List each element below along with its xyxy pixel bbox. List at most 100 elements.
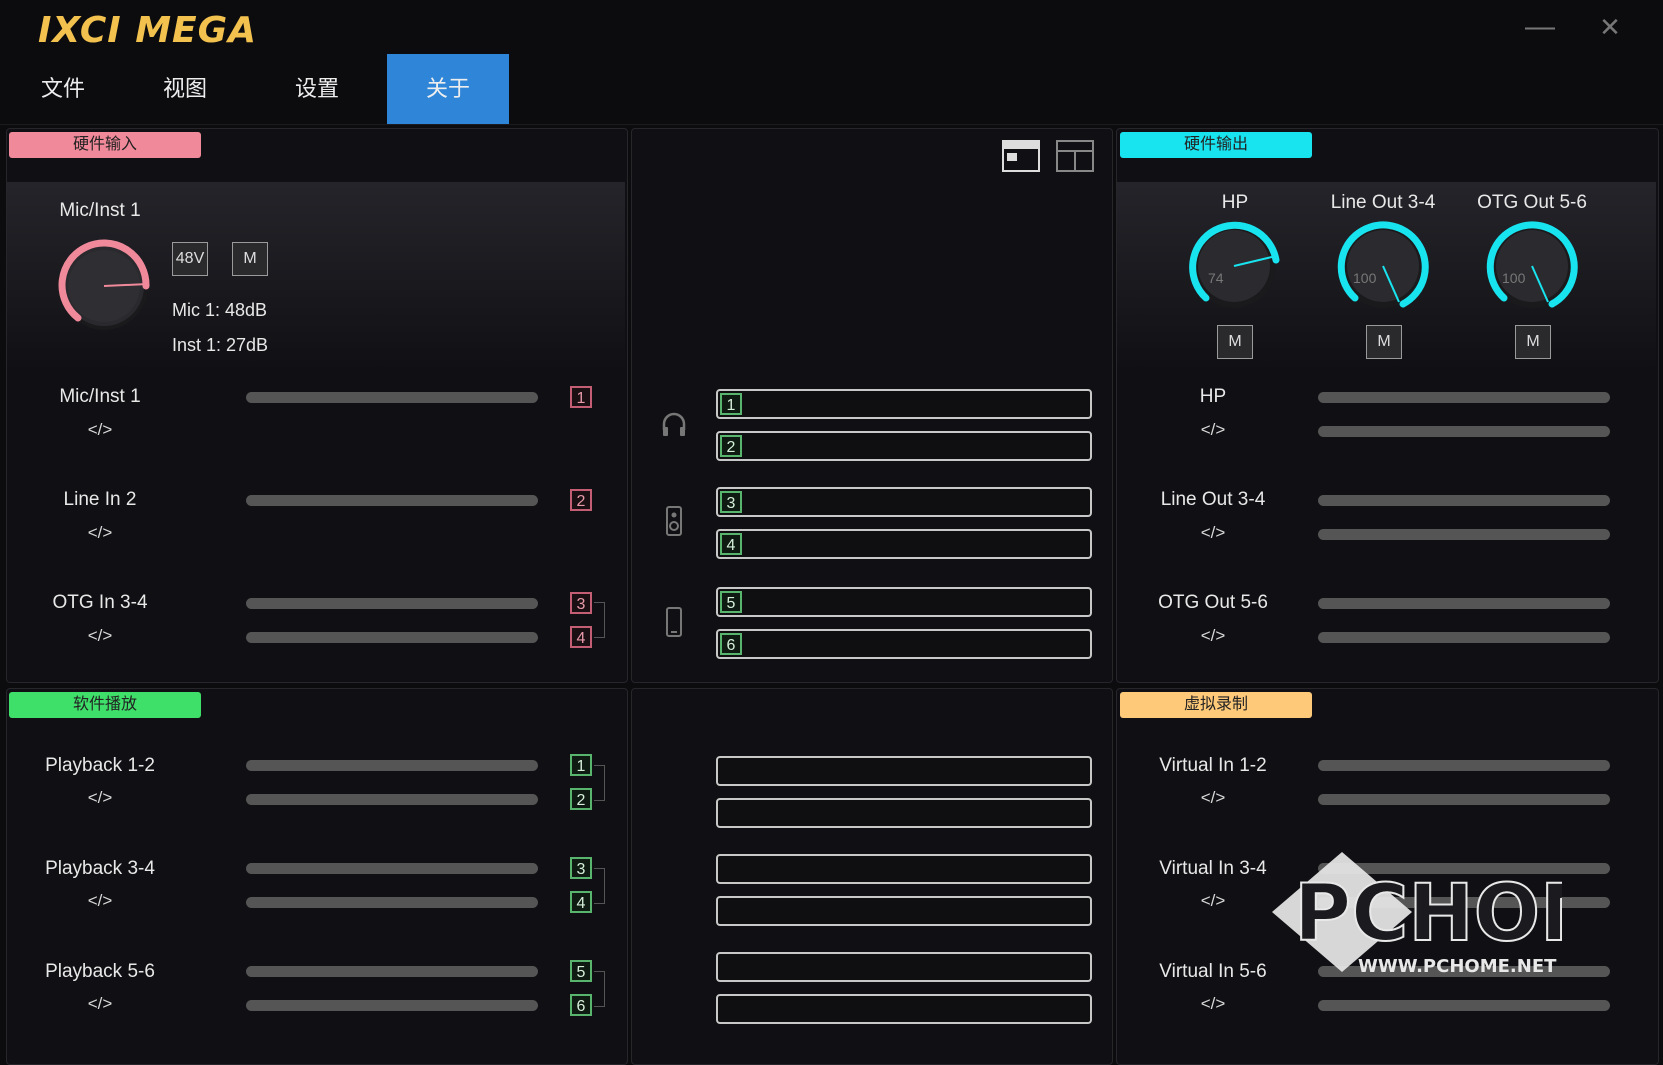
playback-row-name: Playback 3-4	[45, 858, 155, 879]
stereo-link-bracket	[594, 602, 605, 638]
route-slot[interactable]	[716, 756, 1092, 786]
line-out-volume-knob[interactable]	[1335, 218, 1435, 318]
route-slot[interactable]	[716, 952, 1092, 982]
playback-channel-number[interactable]: 5	[570, 960, 592, 982]
hp-mute-button[interactable]: M	[1217, 325, 1253, 359]
output-row-code[interactable]: </>	[1153, 523, 1273, 543]
hp-volume-value: 74	[1208, 270, 1224, 286]
input-channel-number[interactable]: 3	[570, 592, 592, 614]
input-row-code[interactable]: </>	[40, 420, 160, 440]
route-number: 1	[720, 393, 742, 415]
watermark-url: WWW.PCHOME.NET	[1358, 956, 1557, 977]
input-level-meter	[246, 632, 538, 643]
playback-level-meter	[246, 760, 538, 771]
input-row-code[interactable]: </>	[40, 626, 160, 646]
virtual-row-code[interactable]: </>	[1153, 891, 1273, 911]
hp-volume-knob[interactable]	[1186, 218, 1286, 318]
speaker-icon	[666, 506, 682, 536]
route-number: 3	[720, 491, 742, 513]
input-level-meter	[246, 392, 538, 403]
input-channel-title: Mic/Inst 1	[59, 200, 141, 221]
layout-split-icon[interactable]	[1056, 140, 1094, 172]
playback-row-name: Playback 1-2	[45, 755, 155, 776]
inst-gain-readout: Inst 1: 27dB	[172, 335, 269, 355]
virtual-row-name: Virtual In 5-6	[1159, 961, 1267, 982]
virtual-row-code[interactable]: </>	[1153, 788, 1273, 808]
layout-single-icon[interactable]	[1002, 140, 1040, 172]
playback-channel-number[interactable]: 2	[570, 788, 592, 810]
playback-level-meter	[246, 1000, 538, 1011]
route-number: 4	[720, 533, 742, 555]
output-row-code[interactable]: </>	[1153, 626, 1273, 646]
otg-out-volume-value: 100	[1502, 270, 1526, 286]
headphones-icon	[662, 412, 686, 436]
route-slot[interactable]	[716, 896, 1092, 926]
route-slot[interactable]	[716, 994, 1092, 1024]
line-out-mute-button[interactable]: M	[1366, 325, 1402, 359]
route-slot[interactable]: 6	[716, 629, 1092, 659]
route-slot[interactable]: 4	[716, 529, 1092, 559]
mic-gain-readout: Mic 1: 48dB	[172, 300, 268, 320]
virtual-level-meter	[1318, 1000, 1610, 1011]
route-number: 2	[720, 435, 742, 457]
playback-row-name: Playback 5-6	[45, 961, 155, 982]
playback-level-meter	[246, 897, 538, 908]
virtual-row-name: Virtual In 1-2	[1159, 755, 1267, 776]
virtual-row-code[interactable]: </>	[1153, 994, 1273, 1014]
otg-out-mute-button[interactable]: M	[1515, 325, 1551, 359]
playback-channel-number[interactable]: 1	[570, 754, 592, 776]
playback-channel-number[interactable]: 6	[570, 994, 592, 1016]
playback-row-code[interactable]: </>	[40, 994, 160, 1014]
route-slot[interactable]	[716, 854, 1092, 884]
menu-bar	[0, 54, 1663, 125]
playback-level-meter	[246, 966, 538, 977]
input-channel-number[interactable]: 4	[570, 626, 592, 648]
hardware-output-badge: 硬件输出	[1120, 132, 1312, 158]
input-channel-number[interactable]: 2	[570, 489, 592, 511]
otg-out-volume-knob[interactable]	[1484, 218, 1584, 318]
route-slot[interactable]: 1	[716, 389, 1092, 419]
virtual-level-meter	[1318, 794, 1610, 805]
output-level-meter	[1318, 529, 1610, 540]
software-playback-badge: 软件播放	[9, 692, 201, 718]
output-row-name: OTG Out 5-6	[1158, 592, 1268, 613]
output-row-name: Line Out 3-4	[1160, 489, 1266, 510]
stereo-link-bracket	[594, 765, 605, 801]
route-slot[interactable]	[716, 798, 1092, 828]
input-mute-button[interactable]: M	[232, 242, 268, 276]
playback-row-code[interactable]: </>	[40, 788, 160, 808]
input-channel-number[interactable]: 1	[570, 386, 592, 408]
stereo-link-bracket	[594, 971, 605, 1007]
output-dial-name: OTG Out 5-6	[1477, 192, 1587, 213]
output-row-code[interactable]: </>	[1153, 420, 1273, 440]
playback-channel-number[interactable]: 4	[570, 891, 592, 913]
pchome-watermark: PCHOME WWW.PCHOME.NET	[1272, 852, 1562, 977]
input-row-code[interactable]: </>	[40, 523, 160, 543]
route-slot[interactable]: 5	[716, 587, 1092, 617]
route-number: 6	[720, 633, 742, 655]
virtual-recording-badge: 虚拟录制	[1120, 692, 1312, 718]
input-row-name: Mic/Inst 1	[59, 386, 141, 407]
route-number: 5	[720, 591, 742, 613]
playback-row-code[interactable]: </>	[40, 891, 160, 911]
menu-view[interactable]: 视图	[130, 54, 240, 124]
minimize-button[interactable]: —	[1520, 12, 1560, 42]
playback-level-meter	[246, 794, 538, 805]
route-slot[interactable]: 2	[716, 431, 1092, 461]
output-dial-name: HP	[1221, 192, 1249, 213]
input-level-meter	[246, 598, 538, 609]
phantom-48v-button[interactable]: 48V	[172, 242, 208, 276]
input-row-name: Line In 2	[63, 489, 137, 510]
output-level-meter	[1318, 392, 1610, 403]
output-level-meter	[1318, 426, 1610, 437]
menu-settings[interactable]: 设置	[262, 54, 372, 124]
stereo-link-bracket	[594, 868, 605, 904]
input-level-meter	[246, 495, 538, 506]
route-slot[interactable]: 3	[716, 487, 1092, 517]
input-gain-knob[interactable]	[56, 238, 156, 338]
menu-about[interactable]: 关于	[387, 54, 509, 124]
menu-file[interactable]: 文件	[8, 54, 118, 124]
playback-channel-number[interactable]: 3	[570, 857, 592, 879]
output-dial-name: Line Out 3-4	[1330, 192, 1436, 213]
close-button[interactable]: ✕	[1590, 12, 1630, 42]
